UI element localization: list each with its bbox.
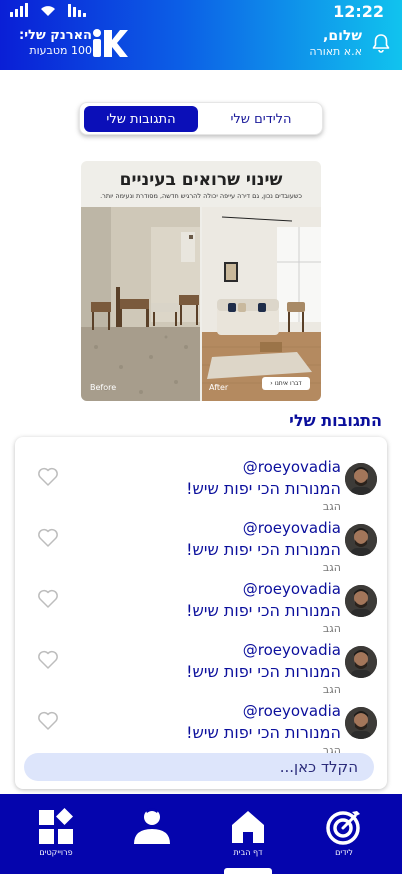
avatar[interactable] <box>345 707 377 739</box>
response-username[interactable]: @roeyovadia <box>243 702 341 720</box>
bottom-nav: לידים דף הבית פרוייקטים <box>0 794 402 874</box>
contact-us-button[interactable]: דברו איתנו ‹ <box>262 377 310 390</box>
banner-subtitle: כשעובדים נכון, גם דירה עייפה יכולה להרגי… <box>100 192 302 200</box>
page: 12:22 הארנק שלי: 100 מטבעות שלום, א.א תא… <box>0 0 402 874</box>
response-item: @roeyovadia המנורות הכי יפות שיש! הגב <box>15 506 387 574</box>
nav-profile[interactable] <box>117 808 187 863</box>
target-icon <box>326 811 360 845</box>
nav-leads-label: לידים <box>335 848 353 857</box>
heart-icon[interactable] <box>37 650 59 670</box>
heart-icon[interactable] <box>37 711 59 731</box>
section-title: התגובות שלי <box>289 411 382 430</box>
banner-title: שינוי שרואים בעיניים <box>119 170 283 190</box>
response-text: המנורות הכי יפות שיש! <box>186 540 341 559</box>
after-photo <box>202 207 321 401</box>
projects-grid-icon <box>39 808 73 844</box>
k-logo-icon[interactable] <box>92 28 128 58</box>
home-icon <box>232 811 264 843</box>
response-username[interactable]: @roeyovadia <box>243 458 341 476</box>
avatar[interactable] <box>345 585 377 617</box>
contact-us-label: דברו איתנו <box>274 380 302 387</box>
avatar[interactable] <box>345 463 377 495</box>
tab-my-responses[interactable]: התגובות שלי <box>84 106 198 132</box>
greeting-title: שלום, <box>323 28 362 44</box>
response-username[interactable]: @roeyovadia <box>243 519 341 537</box>
before-after-photos <box>81 207 321 401</box>
response-username[interactable]: @roeyovadia <box>243 641 341 659</box>
promo-banner[interactable]: שינוי שרואים בעיניים כשעובדים נכון, גם ד… <box>81 161 321 401</box>
status-icons <box>8 3 88 17</box>
response-text: המנורות הכי יפות שיש! <box>186 601 341 620</box>
greeting: שלום, א.א תאורה <box>309 28 362 59</box>
nav-home[interactable]: דף הבית <box>213 808 283 863</box>
wallet-amount: 100 מטבעות <box>29 44 92 57</box>
heart-icon[interactable] <box>37 589 59 609</box>
tab-my-leads[interactable]: הלידים שלי <box>204 106 318 132</box>
chevron-left-icon: ‹ <box>270 380 273 387</box>
before-label: Before <box>90 383 117 392</box>
nav-projects-label: פרוייקטים <box>39 848 73 857</box>
heart-icon[interactable] <box>37 528 59 548</box>
responses-card: @roeyovadia המנורות הכי יפות שיש! הגב @r… <box>15 437 387 789</box>
response-text: המנורות הכי יפות שיש! <box>186 662 341 681</box>
header: 12:22 הארנק שלי: 100 מטבעות שלום, א.א תא… <box>0 0 402 70</box>
business-name: א.א תאורה <box>309 45 362 58</box>
avatar[interactable] <box>345 646 377 678</box>
response-item: @roeyovadia המנורות הכי יפות שיש! הגב <box>15 445 387 513</box>
before-photo <box>81 207 200 401</box>
nav-home-label: דף הבית <box>233 848 263 857</box>
heart-icon[interactable] <box>37 467 59 487</box>
status-time: 12:22 <box>333 2 384 21</box>
response-text: המנורות הכי יפות שיש! <box>186 723 341 742</box>
nav-projects[interactable]: פרוייקטים <box>21 808 91 863</box>
response-item: @roeyovadia המנורות הכי יפות שיש! הגב <box>15 628 387 696</box>
active-tab-indicator <box>224 868 272 874</box>
reply-input[interactable] <box>24 753 374 781</box>
bell-icon[interactable] <box>372 33 390 53</box>
avatar[interactable] <box>345 524 377 556</box>
response-text: המנורות הכי יפות שיש! <box>186 479 341 498</box>
wallet-title: הארנק שלי: <box>19 28 92 43</box>
segmented-tabs: הלידים שלי התגובות שלי <box>79 102 323 135</box>
response-username[interactable]: @roeyovadia <box>243 580 341 598</box>
response-item: @roeyovadia המנורות הכי יפות שיש! הגב <box>15 567 387 635</box>
wallet[interactable]: הארנק שלי: 100 מטבעות <box>10 28 92 58</box>
after-label: After <box>209 383 229 392</box>
response-item: @roeyovadia המנורות הכי יפות שיש! הגב <box>15 689 387 757</box>
nav-leads[interactable]: לידים <box>309 808 379 863</box>
user-icon <box>134 808 170 844</box>
